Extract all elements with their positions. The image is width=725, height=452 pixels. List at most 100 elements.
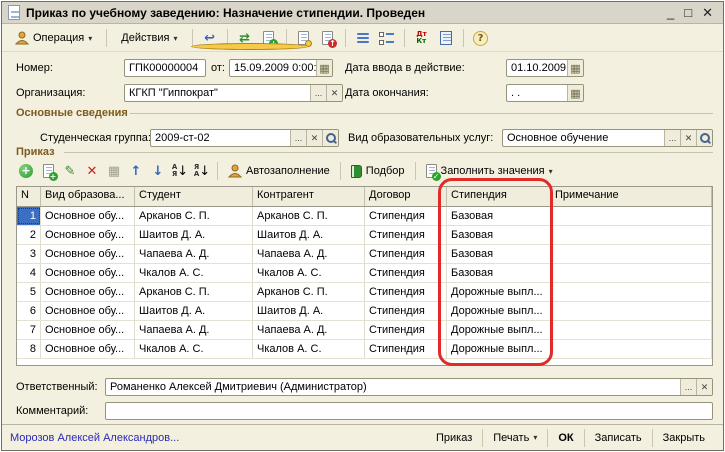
minimize-button[interactable]: _ [667, 4, 674, 22]
table-cell[interactable]: Дорожные выпл... [447, 302, 551, 320]
journal-icon[interactable] [436, 28, 456, 48]
sort-asc-button[interactable]: АЯ↓ [170, 161, 190, 181]
table-cell[interactable]: 3 [17, 245, 41, 263]
table-row[interactable]: 8Основное обу...Чкалов А. С.Чкалов А. С.… [17, 340, 712, 359]
table-cell[interactable]: 6 [17, 302, 41, 320]
clear-button[interactable]: ✕ [326, 85, 342, 101]
table-cell[interactable]: Базовая [447, 226, 551, 244]
table-cell[interactable]: Стипендия [365, 340, 447, 358]
clear-button[interactable]: ✕ [680, 130, 696, 146]
fill-values-button[interactable]: ✓ Заполнить значения ▾ [421, 163, 558, 179]
sort-desc-button[interactable]: ЯА↓ [192, 161, 212, 181]
table-cell[interactable]: Шаитов Д. А. [135, 226, 253, 244]
number-input[interactable]: ГПК00000004 [124, 59, 206, 77]
table-cell[interactable] [551, 226, 712, 244]
clear-button[interactable]: ✕ [306, 130, 322, 146]
post-document-icon[interactable] [294, 28, 314, 48]
table-cell[interactable]: Стипендия [365, 226, 447, 244]
order-table[interactable]: NВид образова...СтудентКонтрагентДоговор… [16, 186, 713, 366]
calendar-icon[interactable]: ▦ [567, 60, 583, 76]
table-cell[interactable]: 2 [17, 226, 41, 244]
table-cell[interactable]: Стипендия [365, 264, 447, 282]
table-cell[interactable]: Основное обу... [41, 207, 135, 225]
magnifier-icon[interactable] [322, 130, 338, 146]
table-cell[interactable]: Чкалов А. С. [253, 264, 365, 282]
table-row[interactable]: 1Основное обу...Арканов С. П.Арканов С. … [17, 207, 712, 226]
table-cell[interactable]: Стипендия [365, 302, 447, 320]
delete-row-button[interactable]: ✕ [82, 161, 102, 181]
order-print-form-button[interactable]: Приказ [426, 429, 482, 447]
table-cell[interactable]: Базовая [447, 264, 551, 282]
table-cell[interactable]: Чапаева А. Д. [135, 321, 253, 339]
move-down-button[interactable]: ↓ [148, 161, 168, 181]
table-cell[interactable]: 7 [17, 321, 41, 339]
table-cell[interactable]: Основное обу... [41, 302, 135, 320]
select-button[interactable]: ... [290, 130, 306, 146]
table-cell[interactable]: 5 [17, 283, 41, 301]
select-button[interactable]: ... [310, 85, 326, 101]
unpost-document-icon[interactable]: ↑ [318, 28, 338, 48]
add-row-button[interactable]: + [16, 161, 36, 181]
table-cell[interactable]: Базовая [447, 245, 551, 263]
pick-button[interactable]: Подбор [346, 164, 410, 179]
table-row[interactable]: 5Основное обу...Арканов С. П.Арканов С. … [17, 283, 712, 302]
table-cell[interactable]: Чапаева А. Д. [253, 321, 365, 339]
move-up-button[interactable]: ↑ [126, 161, 146, 181]
table-cell[interactable]: Арканов С. П. [253, 207, 365, 225]
education-service-input[interactable]: Основное обучение ... ✕ [502, 129, 713, 147]
table-cell[interactable] [551, 245, 712, 263]
table-cell[interactable]: Основное обу... [41, 283, 135, 301]
student-group-input[interactable]: 2009-ст-02 ... ✕ [150, 129, 339, 147]
table-cell[interactable]: Стипендия [365, 321, 447, 339]
table-row[interactable]: 6Основное обу...Шаитов Д. А.Шаитов Д. А.… [17, 302, 712, 321]
table-cell[interactable]: Арканов С. П. [135, 283, 253, 301]
print-button[interactable]: Печать ▾ [482, 429, 547, 447]
edit-row-button[interactable]: ✎ [60, 161, 80, 181]
select-button[interactable]: ... [664, 130, 680, 146]
actions-menu-button[interactable]: Действия ▾ [114, 29, 184, 47]
table-cell[interactable]: Основное обу... [41, 321, 135, 339]
table-cell[interactable]: Основное обу... [41, 226, 135, 244]
table-cell[interactable]: Дорожные выпл... [447, 321, 551, 339]
responsible-input[interactable]: Романенко Алексей Дмитриевич (Администра… [105, 378, 713, 396]
maximize-button[interactable]: □ [684, 4, 692, 22]
table-cell[interactable]: Стипендия [365, 283, 447, 301]
dt-kt-icon[interactable]: ДтКт [412, 28, 432, 48]
table-cell[interactable]: Арканов С. П. [253, 283, 365, 301]
table-cell[interactable] [551, 207, 712, 225]
table-cell[interactable]: Чапаева А. Д. [135, 245, 253, 263]
close-form-button[interactable]: Закрыть [652, 429, 715, 447]
end-date-input[interactable]: . . ▦ [506, 84, 584, 102]
clear-button[interactable]: ✕ [696, 379, 712, 395]
table-cell[interactable]: Чапаева А. Д. [253, 245, 365, 263]
table-cell[interactable]: Чкалов А. С. [253, 340, 365, 358]
table-cell[interactable] [551, 321, 712, 339]
organization-input[interactable]: КГКП "Гиппократ" ... ✕ [124, 84, 343, 102]
write-button[interactable]: Записать [584, 429, 652, 447]
table-cell[interactable]: 4 [17, 264, 41, 282]
table-cell[interactable] [551, 302, 712, 320]
table-cell[interactable] [551, 283, 712, 301]
table-cell[interactable]: Основное обу... [41, 264, 135, 282]
table-cell[interactable]: Дорожные выпл... [447, 340, 551, 358]
calendar-icon[interactable]: ▦ [567, 85, 583, 101]
structure-icon[interactable] [353, 28, 373, 48]
table-cell[interactable]: Основное обу... [41, 340, 135, 358]
table-row[interactable]: 2Основное обу...Шаитов Д. А.Шаитов Д. А.… [17, 226, 712, 245]
table-cell[interactable] [551, 264, 712, 282]
table-cell[interactable]: Шаитов Д. А. [135, 302, 253, 320]
table-cell[interactable]: Чкалов А. С. [135, 264, 253, 282]
table-cell[interactable]: Чкалов А. С. [135, 340, 253, 358]
table-cell[interactable]: Дорожные выпл... [447, 283, 551, 301]
table-cell[interactable]: 1 [17, 207, 41, 225]
calendar-icon[interactable]: ▦ [316, 60, 332, 76]
table-row[interactable]: 7Основное обу...Чапаева А. Д.Чапаева А. … [17, 321, 712, 340]
table-cell[interactable]: Стипендия [365, 245, 447, 263]
table-cell[interactable]: 8 [17, 340, 41, 358]
autofill-button[interactable]: Автозаполнение [223, 163, 335, 179]
magnifier-icon[interactable] [696, 130, 712, 146]
table-cell[interactable]: Стипендия [365, 207, 447, 225]
table-cell[interactable]: Шаитов Д. А. [253, 302, 365, 320]
table-row[interactable]: 3Основное обу...Чапаева А. Д.Чапаева А. … [17, 245, 712, 264]
table-cell[interactable]: Шаитов Д. А. [253, 226, 365, 244]
